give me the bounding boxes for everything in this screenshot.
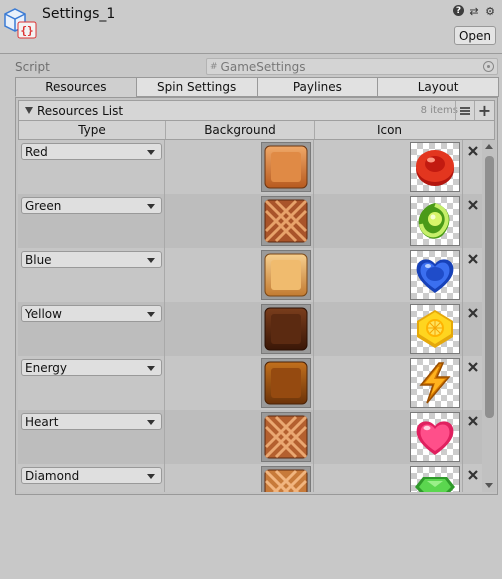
type-dropdown[interactable]: Red (21, 143, 162, 160)
icon-sprite-field[interactable] (410, 412, 460, 462)
list-header[interactable]: Resources List 8 items + (18, 100, 495, 120)
remove-item-x-icon[interactable] (467, 199, 479, 211)
waffle-tile-icon (264, 199, 308, 243)
brown-tile-icon (264, 361, 308, 405)
script-label: Script (15, 60, 50, 74)
resources-panel: Resources List 8 items + Type Background… (15, 97, 498, 495)
background-sprite-field[interactable] (261, 196, 311, 246)
table-row: Green (18, 194, 482, 248)
waffle-tile-icon (264, 415, 308, 459)
column-header-type: Type (19, 121, 166, 139)
tab-resources[interactable]: Resources (15, 77, 137, 97)
dropdown-caret-icon (147, 420, 155, 425)
type-value: Red (25, 144, 48, 159)
remove-item-x-icon[interactable] (467, 307, 479, 319)
table-row: Yellow (18, 302, 482, 356)
column-headers: Type Background Icon (18, 120, 495, 140)
orange-tile-icon (264, 145, 308, 189)
dropdown-caret-icon (147, 312, 155, 317)
dropdown-caret-icon (147, 366, 155, 371)
remove-item-x-icon[interactable] (467, 145, 479, 157)
icon-sprite-field[interactable] (410, 466, 460, 492)
dropdown-caret-icon (147, 258, 155, 263)
type-dropdown[interactable]: Yellow (21, 305, 162, 322)
remove-item-x-icon[interactable] (467, 415, 479, 427)
script-file-icon: # (210, 61, 218, 72)
table-row: Red (18, 140, 482, 194)
tab-spin-settings[interactable]: Spin Settings (135, 77, 258, 97)
tab-bar: Resources Spin Settings Paylines Layout (15, 77, 499, 97)
object-picker-icon[interactable] (483, 61, 494, 72)
column-header-icon: Icon (376, 123, 403, 137)
list-menu-button[interactable] (455, 101, 475, 120)
scroll-up-arrow-icon[interactable] (485, 144, 493, 149)
svg-text:{}: {} (20, 24, 33, 37)
tab-paylines[interactable]: Paylines (256, 77, 379, 97)
tab-layout[interactable]: Layout (377, 77, 499, 97)
settings-gear-icon[interactable]: ⚙ (484, 5, 496, 18)
dropdown-caret-icon (147, 204, 155, 209)
vertical-scrollbar[interactable] (482, 140, 496, 492)
script-value: GameSettings (220, 59, 306, 74)
inspector-header: {} Settings_1 ? ⇄ ⚙ Open (0, 0, 502, 54)
icon-sprite-field[interactable] (410, 196, 460, 246)
scroll-down-arrow-icon[interactable] (485, 483, 493, 488)
table-row: Heart (18, 410, 482, 464)
background-sprite-field[interactable] (261, 304, 311, 354)
waffle-tile-icon (264, 469, 308, 492)
remove-item-x-icon[interactable] (467, 253, 479, 265)
scrollbar-thumb[interactable] (485, 156, 494, 418)
menu-icon (460, 106, 470, 115)
type-dropdown[interactable]: Blue (21, 251, 162, 268)
type-value: Heart (25, 414, 59, 429)
type-dropdown[interactable]: Green (21, 197, 162, 214)
table-row: Energy (18, 356, 482, 410)
icon-sprite-field[interactable] (410, 250, 460, 300)
preset-icon[interactable]: ⇄ (468, 5, 480, 18)
icon-sprite-field[interactable] (410, 358, 460, 408)
type-dropdown[interactable]: Energy (21, 359, 162, 376)
background-sprite-field[interactable] (261, 466, 311, 492)
type-value: Diamond (25, 468, 80, 483)
type-dropdown[interactable]: Diamond (21, 467, 162, 484)
green-striped-candy-icon (418, 203, 450, 239)
add-item-button[interactable]: + (475, 101, 494, 120)
help-icon[interactable]: ? (453, 5, 464, 16)
type-value: Blue (25, 252, 52, 267)
dropdown-caret-icon (147, 150, 155, 155)
type-value: Energy (25, 360, 68, 375)
table-row: Diamond (18, 464, 482, 492)
yellow-lemon-candy-icon (417, 310, 453, 348)
background-sprite-field[interactable] (261, 358, 311, 408)
icon-sprite-field[interactable] (410, 304, 460, 354)
item-count: 8 items (420, 105, 458, 116)
green-gem-icon (415, 477, 455, 492)
dark-brown-tile-icon (264, 307, 308, 351)
remove-item-x-icon[interactable] (467, 361, 479, 373)
light-orange-tile-icon (264, 253, 308, 297)
pink-heart-icon (416, 421, 454, 455)
blue-heart-candy-icon (416, 259, 454, 293)
scriptable-object-icon: {} (4, 8, 37, 39)
background-sprite-field[interactable] (261, 250, 311, 300)
open-button[interactable]: Open (454, 26, 496, 45)
lightning-bolt-icon (419, 362, 451, 404)
foldout-triangle-icon[interactable] (25, 107, 33, 114)
script-field[interactable]: # GameSettings (206, 58, 498, 75)
column-header-background: Background (166, 121, 315, 139)
resource-rows: Red Green Blue Yellow Energy Heart Diamo… (18, 140, 482, 492)
background-sprite-field[interactable] (261, 412, 311, 462)
asset-title: Settings_1 (42, 6, 116, 22)
dropdown-caret-icon (147, 474, 155, 479)
script-row: Script # GameSettings (0, 57, 502, 77)
red-button-candy-icon (416, 150, 454, 186)
type-dropdown[interactable]: Heart (21, 413, 162, 430)
icon-sprite-field[interactable] (410, 142, 460, 192)
type-value: Green (25, 198, 62, 213)
table-row: Blue (18, 248, 482, 302)
type-value: Yellow (25, 306, 62, 321)
background-sprite-field[interactable] (261, 142, 311, 192)
remove-item-x-icon[interactable] (467, 469, 479, 481)
list-title: Resources List (37, 104, 124, 118)
